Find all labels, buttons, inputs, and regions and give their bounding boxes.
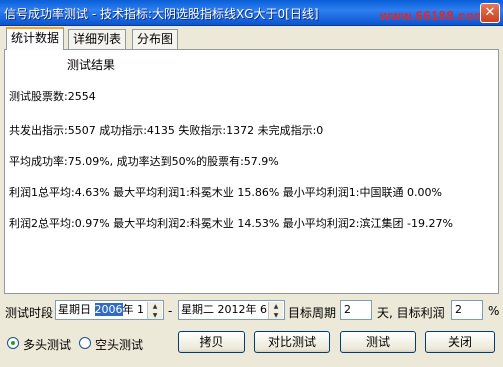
end-date-text: 星期二 2012年 6 [181,303,267,316]
end-date-spinner[interactable]: ▲ ▼ [268,302,283,319]
start-year: 2006 [94,303,123,316]
copy-button[interactable]: 拷贝 [178,331,245,353]
end-date-picker[interactable]: 星期二 2012年 6 ▲ ▼ [178,300,285,320]
target-period-label: 目标周期 [288,306,337,320]
target-profit-label: 天, 目标利润 [377,306,445,320]
tab-detail-list[interactable]: 详细列表 [68,29,127,49]
profit2-text: 利润2总平均:0.97% 最大平均利润2:科冕木业 14.53% 最小平均利润2… [9,217,453,230]
date-range-dash: - [168,304,173,318]
short-test-label[interactable]: 空头测试 [95,336,143,353]
spin-up-icon[interactable]: ▲ [148,302,162,311]
close-window-button[interactable]: ✕ [480,3,500,23]
stock-count-text: 测试股票数:2554 [9,90,96,103]
target-period-input[interactable]: 2 [340,300,372,320]
signal-stats-text: 共发出指示:5507 成功指示:4135 失败指示:1372 未完成指示:0 [9,124,324,137]
profit1-text: 利润1总平均:4.63% 最大平均利润1:科冕木业 15.86% 最小平均利润1… [9,186,442,199]
tab-statistics[interactable]: 统计数据 [6,27,65,50]
target-profit-input[interactable]: 2 [451,300,483,320]
compare-test-button[interactable]: 对比测试 [254,331,330,353]
success-rate-text: 平均成功率:75.09%, 成功率达到50%的股票有:57.9% [9,155,279,168]
start-month: 年 1 [122,303,145,316]
start-date-picker[interactable]: 星期日 2006年 1 ▲ ▼ [55,300,164,320]
title-bar[interactable]: 信号成功率测试 - 技术指标:大阴选股指标线XG大于0[日线] www.6618… [0,0,503,26]
start-weekday: 星期日 [58,303,91,316]
long-test-radio[interactable] [7,337,19,349]
results-panel: 测试结果 测试股票数:2554 共发出指示:5507 成功指示:4135 失败指… [4,49,499,294]
long-test-label[interactable]: 多头测试 [23,336,71,353]
window-title: 信号成功率测试 - 技术指标:大阴选股指标线XG大于0[日线] [4,7,319,21]
percent-sign: % [488,304,500,318]
tab-distribution[interactable]: 分布图 [132,29,179,49]
spin-up-icon[interactable]: ▲ [269,302,283,311]
results-heading: 测试结果 [67,58,116,72]
short-test-radio[interactable] [79,337,91,349]
close-button[interactable]: 关闭 [425,331,495,353]
spin-down-icon[interactable]: ▼ [148,311,162,319]
test-settings-row: 测试时段 星期日 2006年 1 ▲ ▼ - 星期二 2012年 6 ▲ ▼ 目… [0,300,503,324]
period-label: 测试时段 [5,306,54,320]
run-test-button[interactable]: 测试 [340,331,416,353]
spin-down-icon[interactable]: ▼ [269,311,283,319]
start-date-spinner[interactable]: ▲ ▼ [147,302,162,319]
watermark-logo: www.66188.com [380,8,487,23]
